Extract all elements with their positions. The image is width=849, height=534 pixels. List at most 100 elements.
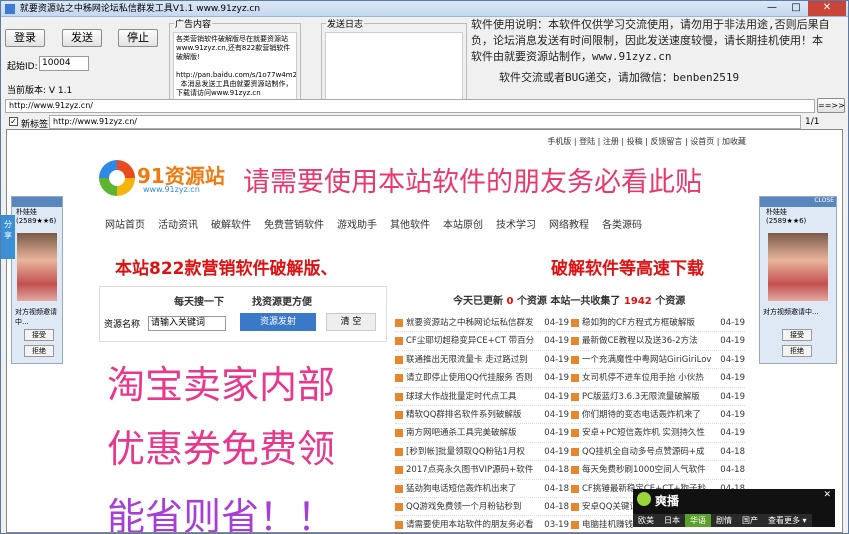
list-item-date: 04-19 xyxy=(544,391,569,402)
player-tab[interactable]: 国产 xyxy=(737,514,763,527)
list-item[interactable]: 稳如狗的CF方程式方框破解版 04-19 xyxy=(571,314,745,333)
card-photo[interactable] xyxy=(17,233,57,301)
list-item[interactable]: 就要资源站之中秭网论坛私信群发 04-19 xyxy=(395,314,569,333)
list-item-icon xyxy=(395,484,403,493)
share-tab[interactable]: 分享 xyxy=(1,215,15,259)
site-top-links[interactable]: 手机版 | 登陆 | 注册 | 投稿 | 反馈留言 | 设首页 | 加收藏 xyxy=(547,136,746,147)
total-count: 1942 xyxy=(623,296,652,307)
list-item[interactable]: 精软QQ群排名软件系列破解版 04-19 xyxy=(395,406,569,425)
player-tab[interactable]: 欧美 xyxy=(633,514,659,527)
ad-textarea[interactable]: 各类营销软件破解版尽在就要资源站 www.91zyz.cn,还有822款营销软件… xyxy=(173,32,297,104)
list-item-icon xyxy=(395,337,403,346)
minimize-button[interactable]: — xyxy=(760,1,784,16)
start-id-input[interactable]: 10004 xyxy=(39,56,89,71)
list-item[interactable]: CF尘耶切超稳变异CE+CT 带百分 04-19 xyxy=(395,332,569,351)
list-item-title: 精软QQ群排名软件系列破解版 xyxy=(406,409,522,420)
list-item[interactable]: 猛劲狗电话短信轰炸机出来了 04-18 xyxy=(395,480,569,498)
list-item[interactable]: 球球大作战批量定时代点工具 04-19 xyxy=(395,388,569,406)
promo-banner-right[interactable]: 破解软件等高速下载 xyxy=(551,254,704,279)
card-photo[interactable] xyxy=(768,233,828,301)
log-textarea[interactable] xyxy=(325,32,463,104)
list-item[interactable]: 一个充满魔性中粤网站GiriGiriLov 04-19 xyxy=(571,351,745,370)
promo-banner-left[interactable]: 本站822款营销软件破解版、 xyxy=(115,254,338,279)
list-item[interactable]: 联通推出无限流量卡 走过路过别 04-19 xyxy=(395,351,569,370)
list-item[interactable]: QQ游戏免费领一个月粉钻秒到 04-18 xyxy=(395,498,569,517)
nav-item[interactable]: 破解软件 xyxy=(211,216,251,231)
player-tab[interactable]: 日本 xyxy=(659,514,685,527)
close-button[interactable]: ✕ xyxy=(808,1,846,16)
nav-item[interactable]: 网络教程 xyxy=(549,216,589,231)
search-clear-button[interactable]: 清 空 xyxy=(326,313,376,331)
log-group-title: 发送日志 xyxy=(326,17,365,30)
stop-button[interactable]: 停止 xyxy=(118,29,158,47)
video-invite-card-right: CLOSE 朴娃娃 (2589★★6) 对方视频邀请中... 接受 拒绝 xyxy=(759,196,837,364)
list-item[interactable]: 女司机停不进车位用手抬 小伙热 04-19 xyxy=(571,369,745,388)
player-brand: 爽播 xyxy=(655,494,680,508)
card-name: 朴娃娃 (2589★★6) xyxy=(766,208,807,225)
reject-button[interactable]: 拒绝 xyxy=(24,345,54,357)
list-item-date: 04-18 xyxy=(544,483,569,494)
site-slogan[interactable]: 请需要使用本站软件的朋友务必看此贴 xyxy=(243,160,702,199)
list-item[interactable]: 安卓+PC短信轰炸机 实测持久性 04-19 xyxy=(571,424,745,443)
window-title: 就要资源站之中秭网论坛私信群发工具V1.1 www.91zyz.cn xyxy=(19,4,261,14)
nav-item[interactable]: 其他软件 xyxy=(390,216,430,231)
list-item-title: 南方网吧通杀工具完美破解版 xyxy=(406,428,517,439)
list-item-icon xyxy=(571,466,579,475)
list-item-title: QQ游戏免费领一个月粉钻秒到 xyxy=(406,501,522,512)
log-group: 发送日志 xyxy=(321,17,467,107)
reject-button[interactable]: 拒绝 xyxy=(782,345,812,357)
list-item-icon xyxy=(571,429,579,438)
nav-item[interactable]: 免费营销软件 xyxy=(264,216,324,231)
list-item[interactable]: 请需要使用本站软件的朋友务必看 03-19 xyxy=(395,516,569,532)
accept-button[interactable]: 接受 xyxy=(782,329,812,341)
tab-url-select[interactable]: http://www.91zyz.cn/ xyxy=(49,115,801,129)
player-tab[interactable]: 剧情 xyxy=(711,514,737,527)
nav-item[interactable]: 技术学习 xyxy=(496,216,536,231)
nav-item[interactable]: 各类源码 xyxy=(602,216,642,231)
list-item[interactable]: QQ挂机全自动多号点赞源码+成 04-18 xyxy=(571,443,745,462)
nav-item[interactable]: 游戏助手 xyxy=(337,216,377,231)
list-item-icon xyxy=(395,392,403,401)
player-close-icon[interactable]: ✕ xyxy=(823,490,831,500)
go-button[interactable]: ==>> xyxy=(817,98,845,113)
list-item-icon xyxy=(571,374,579,383)
list-item-date: 04-19 xyxy=(720,409,745,420)
list-item[interactable]: [秒到帐]批量领取QQ粉钻1月权 04-19 xyxy=(395,443,569,462)
play-icon[interactable] xyxy=(637,492,651,506)
list-header: 今天已更新 0 个资源 本站一共收集了 1942 个资源 xyxy=(453,292,685,307)
big-ad[interactable]: 淘宝卖家内部 优惠券免费领 能省则省！！ xyxy=(99,346,387,533)
list-item-title: 猛劲狗电话短信轰炸机出来了 xyxy=(406,483,517,494)
send-button[interactable]: 发送 xyxy=(62,29,102,47)
list-item-title: 每天免费秒刷1000空间人气软件 xyxy=(582,465,706,476)
player-tab[interactable]: 查看更多 ▾ xyxy=(763,514,812,527)
site-logo[interactable]: 91资源站 www.91zyz.cn xyxy=(99,160,239,200)
today-count: 0 xyxy=(506,296,514,307)
list-item-date: 04-19 xyxy=(544,373,569,384)
search-submit-button[interactable]: 资源发射 xyxy=(240,313,316,331)
app-icon xyxy=(5,3,15,14)
list-item-title: 女司机停不进车位用手抬 小伙热 xyxy=(582,373,704,384)
card-close-button[interactable]: CLOSE xyxy=(814,197,836,204)
maximize-button[interactable]: □ xyxy=(784,1,808,16)
list-item[interactable]: 2017点亮永久图书VIP源码+软件 04-18 xyxy=(395,461,569,480)
list-item[interactable]: 每天免费秒刷1000空间人气软件 04-18 xyxy=(571,461,745,480)
big-ad-line-3: 能省则省！！ xyxy=(107,495,336,533)
list-item[interactable]: 最新做CE教程以及送36-2方法 04-19 xyxy=(571,332,745,351)
list-item[interactable]: 南方网吧通杀工具完美破解版 04-19 xyxy=(395,424,569,443)
nav-item[interactable]: 本站原创 xyxy=(443,216,483,231)
player-tab[interactable]: 华语 xyxy=(685,514,711,527)
tab-page-indicator: 1/1 xyxy=(805,117,820,127)
list-item-title: 稳如狗的CF方程式方框破解版 xyxy=(582,318,695,328)
list-item-icon xyxy=(395,466,403,475)
list-item[interactable]: 请立即停止使用QQ代挂服务 否则 04-19 xyxy=(395,369,569,388)
list-item[interactable]: PC版蓝灯3.6.3无限流量破解版 04-19 xyxy=(571,388,745,406)
login-button[interactable]: 登录 xyxy=(5,29,45,47)
accept-button[interactable]: 接受 xyxy=(24,329,54,341)
new-tab-checkbox[interactable]: ✓ xyxy=(9,117,18,126)
nav-item[interactable]: 网站首页 xyxy=(105,216,145,231)
nav-item[interactable]: 活动资讯 xyxy=(158,216,198,231)
list-item[interactable]: 你们期待的变态电话轰炸机来了 04-19 xyxy=(571,406,745,425)
search-input[interactable]: 请输入关键词 xyxy=(148,316,226,331)
url-input[interactable]: http://www.91zyz.cn/ xyxy=(5,99,815,113)
list-item-title: QQ挂机全自动多号点赞源码+成 xyxy=(582,446,705,457)
